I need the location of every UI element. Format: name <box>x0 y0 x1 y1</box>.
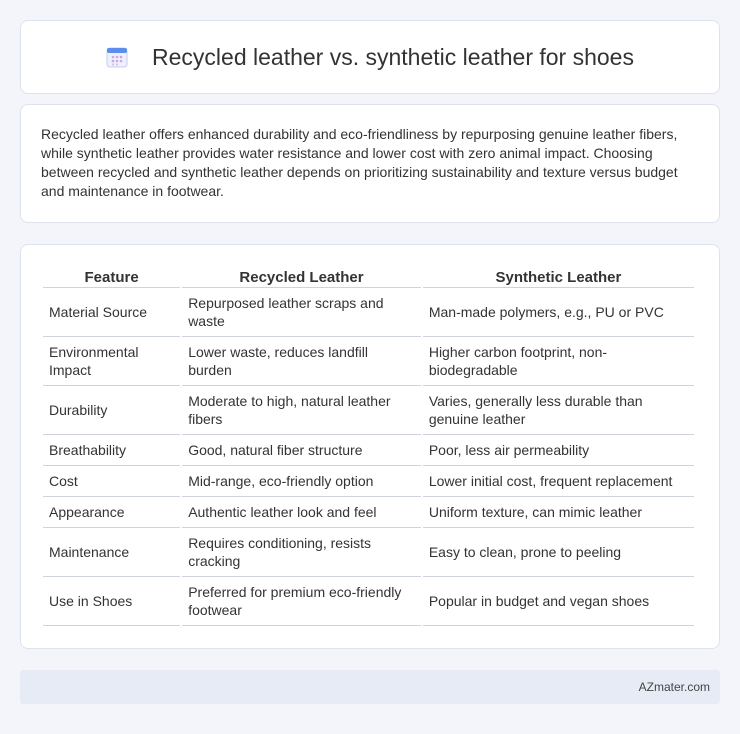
row-synthetic: Higher carbon footprint, non-biodegradab… <box>422 337 694 386</box>
row-recycled: Requires conditioning, resists cracking <box>182 528 421 577</box>
row-recycled: Authentic leather look and feel <box>182 497 421 528</box>
title-wrap: Recycled leather vs. synthetic leather f… <box>106 44 634 71</box>
table-row: Cost Mid-range, eco-friendly option Lowe… <box>43 466 694 497</box>
comparison-table: Feature Recycled Leather Synthetic Leath… <box>41 265 696 626</box>
summary-text: Recycled leather offers enhanced durabil… <box>41 126 678 199</box>
row-feature: Appearance <box>43 497 181 528</box>
row-recycled: Good, natural fiber structure <box>182 435 421 466</box>
row-feature: Use in Shoes <box>43 577 181 626</box>
row-synthetic: Uniform texture, can mimic leather <box>422 497 694 528</box>
table-row: Appearance Authentic leather look and fe… <box>43 497 694 528</box>
table-row: Maintenance Requires conditioning, resis… <box>43 528 694 577</box>
row-feature: Cost <box>43 466 181 497</box>
row-feature: Environmental Impact <box>43 337 181 386</box>
footer-site-link[interactable]: AZmater.com <box>639 680 710 694</box>
title-card: Recycled leather vs. synthetic leather f… <box>20 20 720 94</box>
row-recycled: Preferred for premium eco-friendly footw… <box>182 577 421 626</box>
row-feature: Breathability <box>43 435 181 466</box>
summary-card: Recycled leather offers enhanced durabil… <box>20 104 720 223</box>
row-recycled: Lower waste, reduces landfill burden <box>182 337 421 386</box>
header-recycled-leather: Recycled Leather <box>182 265 421 288</box>
row-feature: Maintenance <box>43 528 181 577</box>
row-feature: Durability <box>43 386 181 435</box>
calendar-icon <box>106 46 128 68</box>
table-row: Environmental Impact Lower waste, reduce… <box>43 337 694 386</box>
footer-bar: AZmater.com <box>20 670 720 704</box>
comparison-table-card: Feature Recycled Leather Synthetic Leath… <box>20 244 720 649</box>
row-recycled: Repurposed leather scraps and waste <box>182 288 421 337</box>
row-synthetic: Lower initial cost, frequent replacement <box>422 466 694 497</box>
table-row: Use in Shoes Preferred for premium eco-f… <box>43 577 694 626</box>
row-recycled: Mid-range, eco-friendly option <box>182 466 421 497</box>
table-row: Material Source Repurposed leather scrap… <box>43 288 694 337</box>
row-synthetic: Popular in budget and vegan shoes <box>422 577 694 626</box>
header-feature: Feature <box>43 265 181 288</box>
page-title: Recycled leather vs. synthetic leather f… <box>152 43 634 70</box>
table-header-row: Feature Recycled Leather Synthetic Leath… <box>43 265 694 288</box>
row-synthetic: Easy to clean, prone to peeling <box>422 528 694 577</box>
row-recycled: Moderate to high, natural leather fibers <box>182 386 421 435</box>
row-synthetic: Varies, generally less durable than genu… <box>422 386 694 435</box>
table-row: Durability Moderate to high, natural lea… <box>43 386 694 435</box>
row-synthetic: Poor, less air permeability <box>422 435 694 466</box>
header-synthetic-leather: Synthetic Leather <box>422 265 694 288</box>
row-synthetic: Man-made polymers, e.g., PU or PVC <box>422 288 694 337</box>
table-row: Breathability Good, natural fiber struct… <box>43 435 694 466</box>
row-feature: Material Source <box>43 288 181 337</box>
